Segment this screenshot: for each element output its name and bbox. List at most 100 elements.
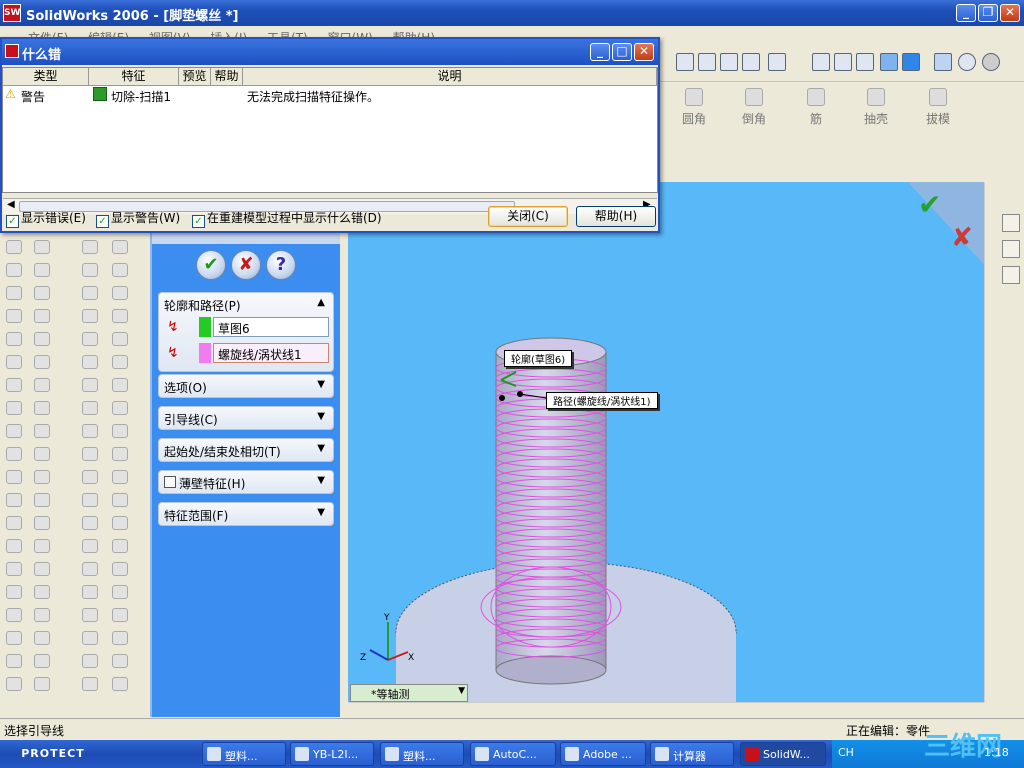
sketch-tool-icon[interactable] xyxy=(112,585,128,599)
hidden-removed-icon[interactable] xyxy=(856,53,874,71)
sketch-tool-icon[interactable] xyxy=(6,562,22,576)
shadows-icon[interactable] xyxy=(958,53,976,71)
wireframe-icon[interactable] xyxy=(812,53,830,71)
sketch-tool-icon[interactable] xyxy=(82,539,98,553)
sketch-tool-icon[interactable] xyxy=(6,585,22,599)
sketch-tool-icon[interactable] xyxy=(34,654,50,668)
sketch-tool-icon[interactable] xyxy=(6,608,22,622)
sketch-tool-icon[interactable] xyxy=(112,493,128,507)
col-type[interactable]: 类型 xyxy=(3,68,89,86)
taskbar-item-6[interactable]: 计算器 xyxy=(650,742,734,766)
select-icon[interactable] xyxy=(742,53,760,71)
col-description[interactable]: 说明 xyxy=(243,68,657,86)
rotate-icon[interactable] xyxy=(698,53,716,71)
sketch-tool-icon[interactable] xyxy=(82,470,98,484)
library-icon[interactable] xyxy=(1002,240,1020,258)
sketch-tool-icon[interactable] xyxy=(82,286,98,300)
sketch-tool-icon[interactable] xyxy=(82,240,98,254)
show-errors-checkbox[interactable]: ✓ 显示错误(E) xyxy=(6,209,86,228)
sketch-tool-icon[interactable] xyxy=(6,539,22,553)
sketch-tool-icon[interactable] xyxy=(34,493,50,507)
cancel-button[interactable]: ✘ xyxy=(231,250,261,280)
sketch-tool-icon[interactable] xyxy=(82,677,98,691)
sketch-tool-icon[interactable] xyxy=(34,263,50,277)
view-orientation-select[interactable]: *等轴测 ▼ xyxy=(350,684,468,702)
minimize-button[interactable]: _ xyxy=(956,4,976,22)
sketch-tool-icon[interactable] xyxy=(34,539,50,553)
col-help[interactable]: 帮助 xyxy=(211,68,243,86)
sketch-tool-icon[interactable] xyxy=(112,286,128,300)
shell-button[interactable]: 抽壳 xyxy=(848,88,904,127)
sketch-tool-icon[interactable] xyxy=(112,516,128,530)
sketch-tool-icon[interactable] xyxy=(82,631,98,645)
taskbar-item-3[interactable]: 塑料... xyxy=(380,742,464,766)
sketch-tool-icon[interactable] xyxy=(34,608,50,622)
sketch-tool-icon[interactable] xyxy=(6,631,22,645)
fillet-button[interactable]: 圆角 xyxy=(666,88,722,127)
sketch-tool-icon[interactable] xyxy=(82,378,98,392)
graphics-viewport[interactable]: ✔ ✘ Y X Z 轮廓(草图6) 路径(螺旋线/涡状线1) xyxy=(348,182,1000,702)
sketch-tool-icon[interactable] xyxy=(34,470,50,484)
sketch-tool-icon[interactable] xyxy=(34,585,50,599)
path-field[interactable]: 螺旋线/涡状线1 xyxy=(213,343,329,363)
chamfer-button[interactable]: 倒角 xyxy=(726,88,782,127)
close-button[interactable]: ✕ xyxy=(1000,4,1020,22)
ime-indicator[interactable]: CH xyxy=(838,746,854,759)
feature-scope-group[interactable]: 特征范围(F) ▼ xyxy=(158,502,334,526)
taskbar-item-1[interactable]: 塑料... xyxy=(202,742,286,766)
sketch-tool-icon[interactable] xyxy=(6,401,22,415)
draft-button[interactable]: 拔模 xyxy=(910,88,966,127)
dialog-close-button[interactable]: ✕ xyxy=(634,43,654,61)
show-on-rebuild-checkbox[interactable]: ✓ 在重建模型过程中显示什么错(D) xyxy=(192,209,382,228)
sketch-tool-icon[interactable] xyxy=(112,470,128,484)
taskbar-item-4[interactable]: AutoC... xyxy=(470,742,556,766)
sketch-tool-icon[interactable] xyxy=(82,309,98,323)
sketch-tool-icon[interactable] xyxy=(34,240,50,254)
taskbar-item-7[interactable]: SolidW... xyxy=(740,742,826,766)
sketch-tool-icon[interactable] xyxy=(6,378,22,392)
dialog-maximize-button[interactable]: □ xyxy=(612,43,632,61)
view-orientation-icon[interactable] xyxy=(768,53,786,71)
close-dialog-button[interactable]: 关闭(C) xyxy=(488,206,568,227)
sketch-tool-icon[interactable] xyxy=(82,654,98,668)
sketch-tool-icon[interactable] xyxy=(6,654,22,668)
zoom-icon[interactable] xyxy=(676,53,694,71)
col-preview[interactable]: 预览 xyxy=(179,68,211,86)
sketch-tool-icon[interactable] xyxy=(82,332,98,346)
sketch-tool-icon[interactable] xyxy=(34,401,50,415)
sketch-tool-icon[interactable] xyxy=(112,240,128,254)
col-feature[interactable]: 特征 xyxy=(89,68,179,86)
sketch-tool-icon[interactable] xyxy=(6,677,22,691)
shaded-edges-icon[interactable] xyxy=(880,53,898,71)
shaded-icon[interactable] xyxy=(902,53,920,71)
sketch-tool-icon[interactable] xyxy=(112,401,128,415)
sketch-tool-icon[interactable] xyxy=(82,608,98,622)
sketch-tool-icon[interactable] xyxy=(6,493,22,507)
options-group[interactable]: 选项(O) ▼ xyxy=(158,374,334,398)
horizontal-scrollbar[interactable] xyxy=(348,702,984,718)
sketch-tool-icon[interactable] xyxy=(34,286,50,300)
dialog-minimize-button[interactable]: _ xyxy=(590,43,610,61)
sketch-tool-icon[interactable] xyxy=(112,539,128,553)
search-icon[interactable] xyxy=(1002,266,1020,284)
sketch-tool-icon[interactable] xyxy=(34,355,50,369)
help-dialog-button[interactable]: 帮助(H) xyxy=(576,206,656,227)
sketch-tool-icon[interactable] xyxy=(112,332,128,346)
sketch-tool-icon[interactable] xyxy=(82,424,98,438)
tangency-group[interactable]: 起始处/结束处相切(T) ▼ xyxy=(158,438,334,462)
sketch-tool-icon[interactable] xyxy=(82,263,98,277)
sketch-tool-icon[interactable] xyxy=(82,401,98,415)
sketch-tool-icon[interactable] xyxy=(112,677,128,691)
sketch-tool-icon[interactable] xyxy=(6,263,22,277)
sketch-tool-icon[interactable] xyxy=(82,493,98,507)
collapse-arrow-icon[interactable]: ▲ xyxy=(317,297,325,308)
sketch-tool-icon[interactable] xyxy=(34,332,50,346)
realview-icon[interactable] xyxy=(982,53,1000,71)
sketch-tool-icon[interactable] xyxy=(34,562,50,576)
pan-icon[interactable] xyxy=(720,53,738,71)
sketch-tool-icon[interactable] xyxy=(82,562,98,576)
sketch-tool-icon[interactable] xyxy=(6,516,22,530)
sketch-tool-icon[interactable] xyxy=(112,562,128,576)
sketch-tool-icon[interactable] xyxy=(6,424,22,438)
sketch-tool-icon[interactable] xyxy=(82,447,98,461)
